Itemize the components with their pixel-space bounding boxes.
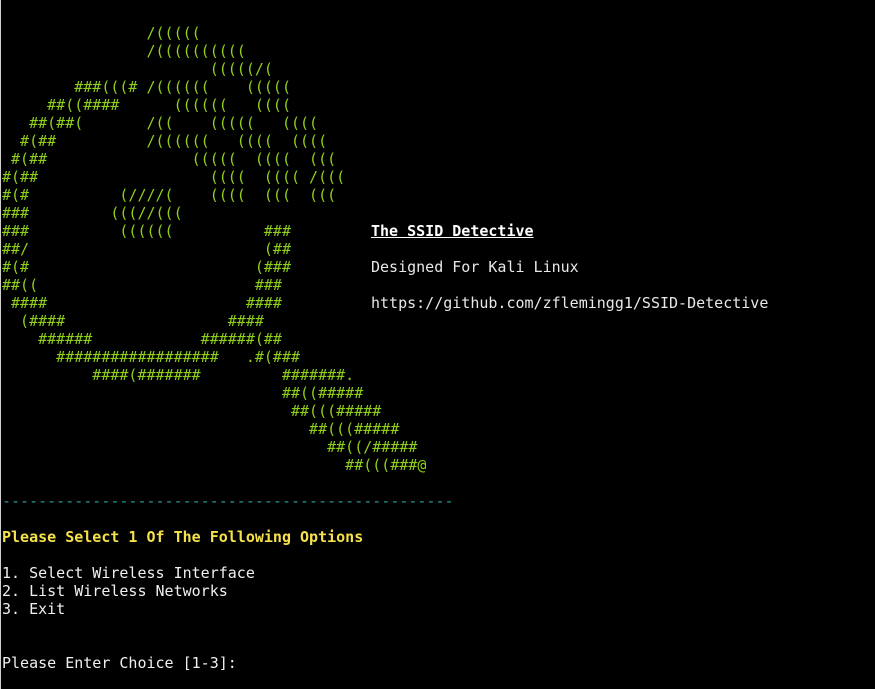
menu-option-select-interface[interactable]: 1. Select Wireless Interface <box>2 564 255 582</box>
terminal-window: /((((( /(((((((((( (((((/( ###(((# /((((… <box>0 0 875 689</box>
options-menu: 1. Select Wireless Interface 2. List Wir… <box>2 564 255 618</box>
app-title: The SSID Detective <box>371 222 534 240</box>
separator-line: ----------------------------------------… <box>2 492 454 510</box>
choice-prompt-line: Please Enter Choice [1-3]: <box>2 654 446 672</box>
choice-prompt-label: Please Enter Choice [1-3]: <box>2 654 246 672</box>
options-header: Please Select 1 Of The Following Options <box>2 528 364 546</box>
github-link[interactable]: https://github.com/zflemingg1/SSID-Detec… <box>371 294 768 312</box>
menu-option-exit[interactable]: 3. Exit <box>2 600 255 618</box>
menu-option-list-networks[interactable]: 2. List Wireless Networks <box>2 582 255 600</box>
choice-input[interactable] <box>245 654 446 672</box>
ascii-logo-art: /((((( /(((((((((( (((((/( ###(((# /((((… <box>2 24 427 474</box>
app-subtitle: Designed For Kali Linux <box>371 258 579 276</box>
